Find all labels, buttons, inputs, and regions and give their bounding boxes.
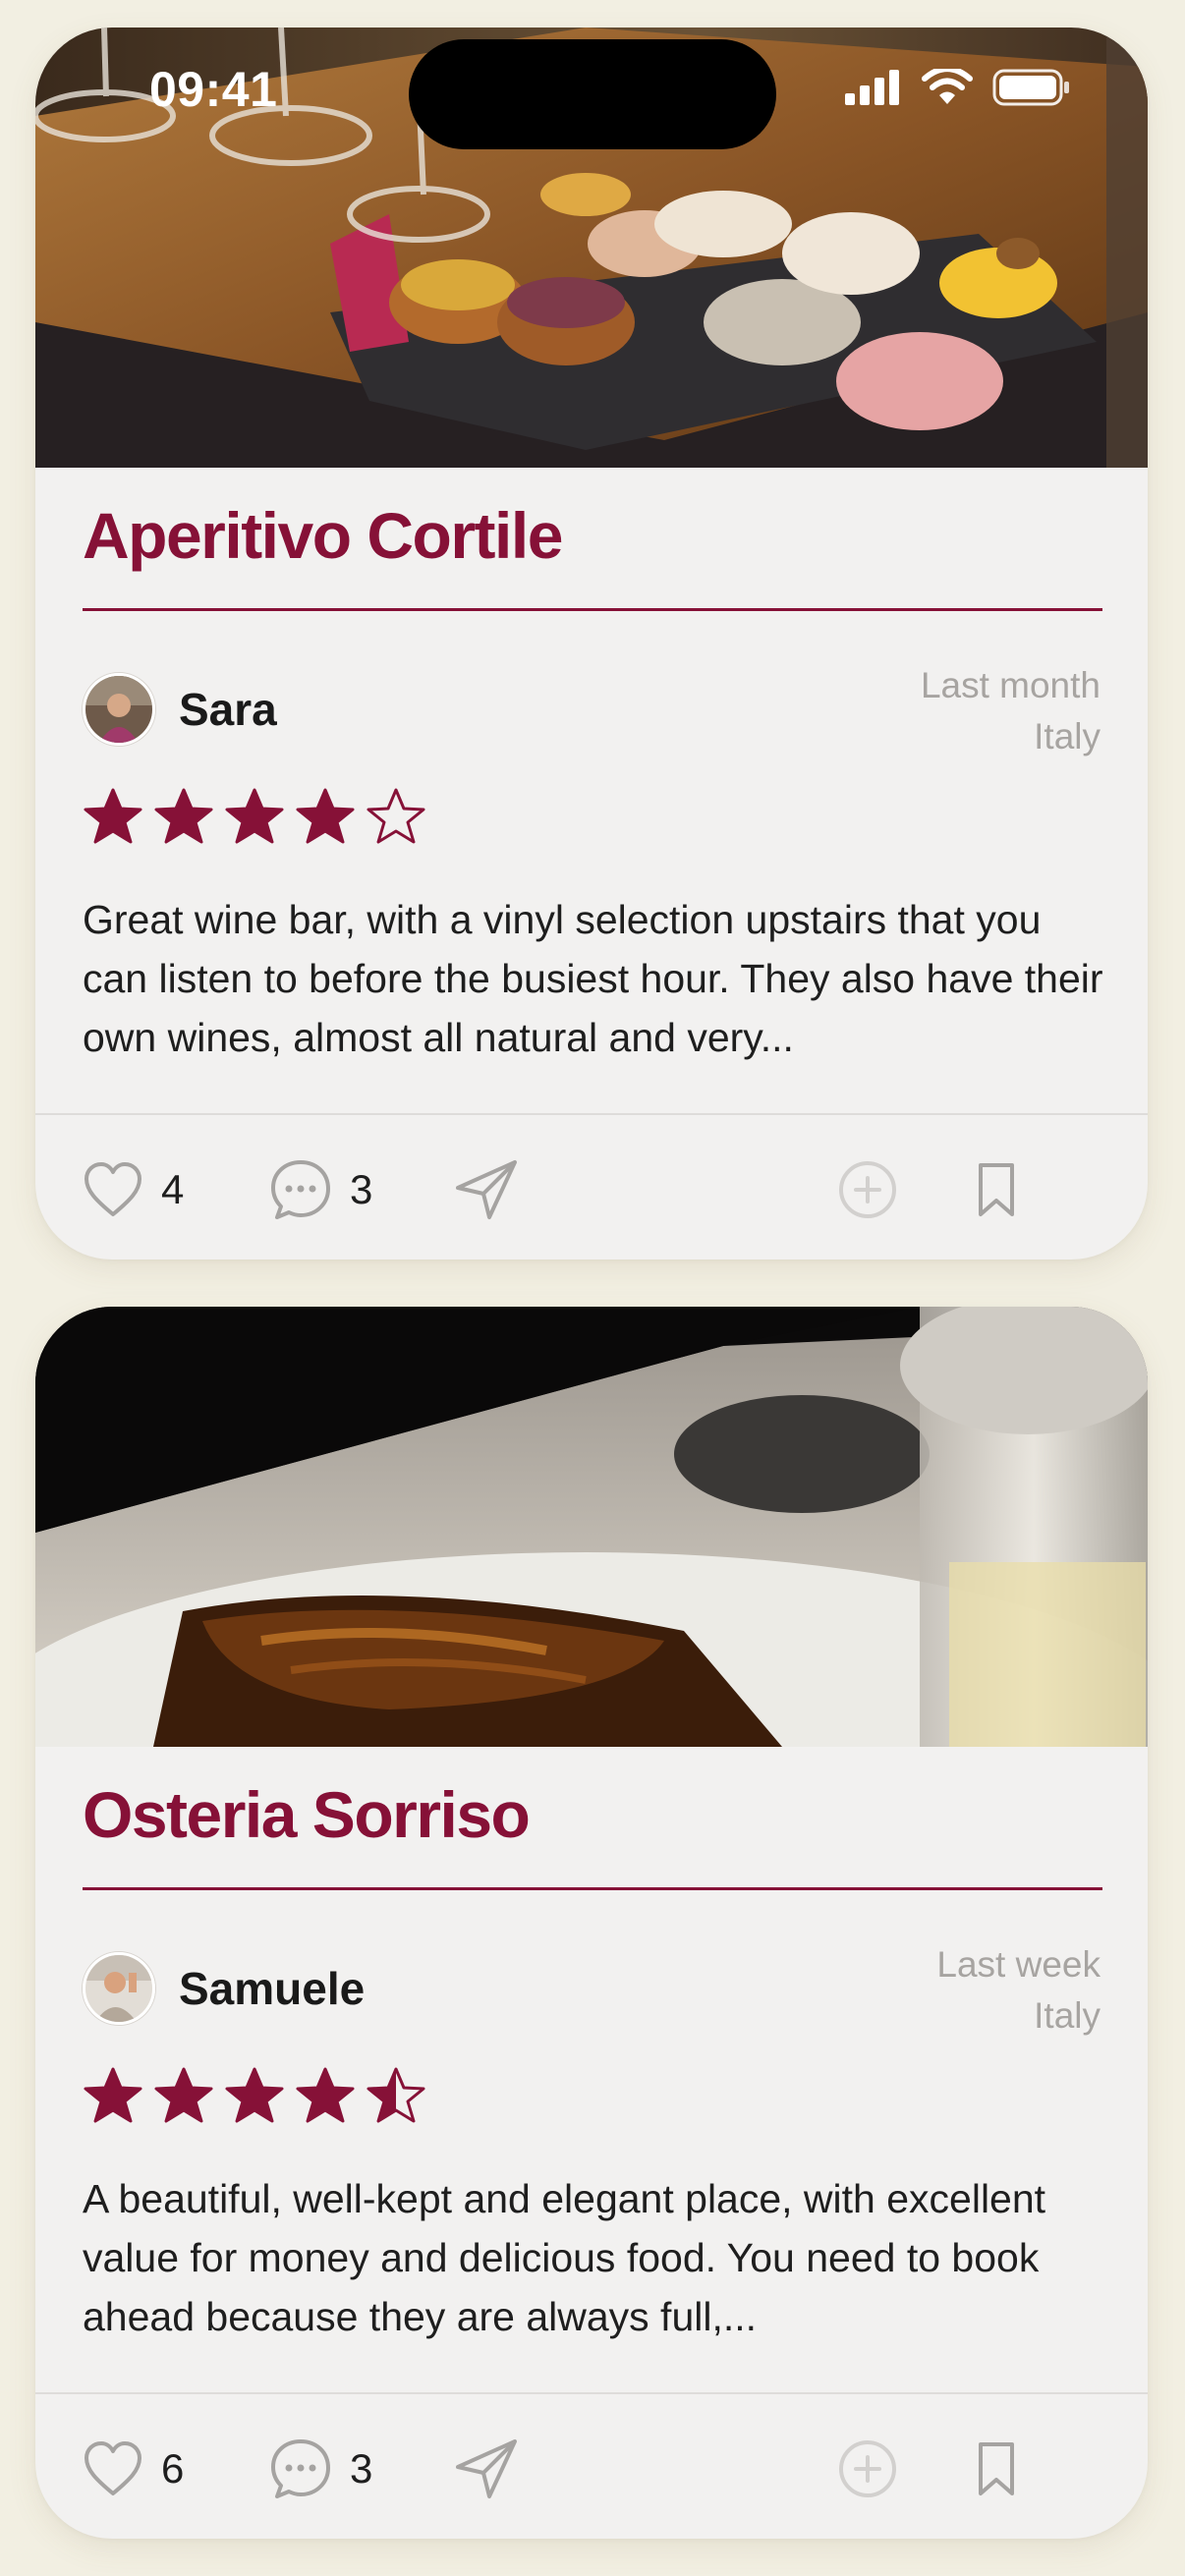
- status-time: 09:41: [149, 62, 278, 117]
- post-meta: Last week Italy: [936, 1939, 1100, 2042]
- star-rating: [83, 2066, 426, 2127]
- post-time: Last week: [936, 1944, 1100, 1985]
- action-divider: [35, 1113, 1148, 1115]
- share-button[interactable]: [454, 1155, 519, 1224]
- heart-icon: [85, 1162, 141, 1216]
- like-button[interactable]: 6: [83, 2435, 184, 2503]
- plus-circle-icon: [839, 1161, 896, 1218]
- star-icon: [154, 788, 213, 844]
- star-icon: [367, 2067, 425, 2123]
- star-icon: [296, 788, 355, 844]
- post-meta: Last month Italy: [921, 660, 1100, 762]
- action-divider: [35, 2392, 1148, 2394]
- review-text[interactable]: Great wine bar, with a vinyl selection u…: [83, 890, 1104, 1067]
- cellular-signal-icon: [845, 70, 899, 105]
- bookmark-button[interactable]: [975, 1155, 1018, 1224]
- star-icon: [367, 788, 425, 844]
- star-icon: [225, 2067, 284, 2123]
- review-card[interactable]: Osteria Sorriso Samuele Last week Italy …: [35, 1307, 1148, 2539]
- add-button[interactable]: [837, 2435, 898, 2503]
- post-location: Italy: [1034, 1995, 1100, 2036]
- star-icon: [154, 2067, 213, 2123]
- author-name[interactable]: Samuele: [179, 1962, 365, 2015]
- bookmark-icon: [979, 1163, 1014, 1216]
- bookmark-icon: [979, 2442, 1014, 2495]
- venue-title[interactable]: Aperitivo Cortile: [83, 497, 563, 575]
- chat-bubble-icon: [271, 1160, 330, 1219]
- comment-count: 3: [350, 1166, 373, 1212]
- author[interactable]: Samuele: [83, 1951, 365, 2026]
- add-button[interactable]: [837, 1155, 898, 1224]
- comment-button[interactable]: 3: [269, 1155, 372, 1224]
- title-divider: [83, 1887, 1102, 1890]
- star-icon: [84, 2067, 142, 2123]
- status-bar: 09:41: [0, 0, 1185, 149]
- review-text[interactable]: A beautiful, well-kept and elegant place…: [83, 2169, 1104, 2346]
- review-card[interactable]: Aperitivo Cortile Sara Last month Italy …: [35, 28, 1148, 1260]
- star-rating: [83, 787, 426, 848]
- star-icon: [84, 788, 142, 844]
- paper-plane-icon: [456, 1160, 517, 1219]
- venue-title[interactable]: Osteria Sorriso: [83, 1776, 531, 1854]
- post-time: Last month: [920, 665, 1100, 705]
- title-divider: [83, 608, 1102, 611]
- like-count: 6: [161, 2445, 185, 2492]
- plus-circle-icon: [839, 2440, 896, 2497]
- paper-plane-icon: [456, 2439, 517, 2498]
- heart-icon: [85, 2441, 141, 2495]
- like-button[interactable]: 4: [83, 1155, 184, 1224]
- chat-bubble-icon: [271, 2439, 330, 2498]
- share-button[interactable]: [454, 2435, 519, 2503]
- wifi-icon: [922, 69, 973, 104]
- author[interactable]: Sara: [83, 672, 277, 747]
- post-location: Italy: [1034, 716, 1100, 756]
- dynamic-island: [409, 39, 776, 149]
- avatar[interactable]: [83, 673, 155, 746]
- status-icons: [845, 69, 1071, 106]
- author-name[interactable]: Sara: [179, 683, 277, 736]
- food-photo-image: [35, 1307, 1148, 1747]
- post-photo[interactable]: [35, 1307, 1148, 1747]
- star-icon: [296, 2067, 355, 2123]
- like-count: 4: [161, 1166, 185, 1212]
- bookmark-button[interactable]: [975, 2435, 1018, 2503]
- battery-icon: [992, 69, 1069, 106]
- star-icon: [225, 788, 284, 844]
- avatar[interactable]: [83, 1952, 155, 2025]
- comment-button[interactable]: 3: [269, 2435, 372, 2503]
- comment-count: 3: [350, 2445, 373, 2492]
